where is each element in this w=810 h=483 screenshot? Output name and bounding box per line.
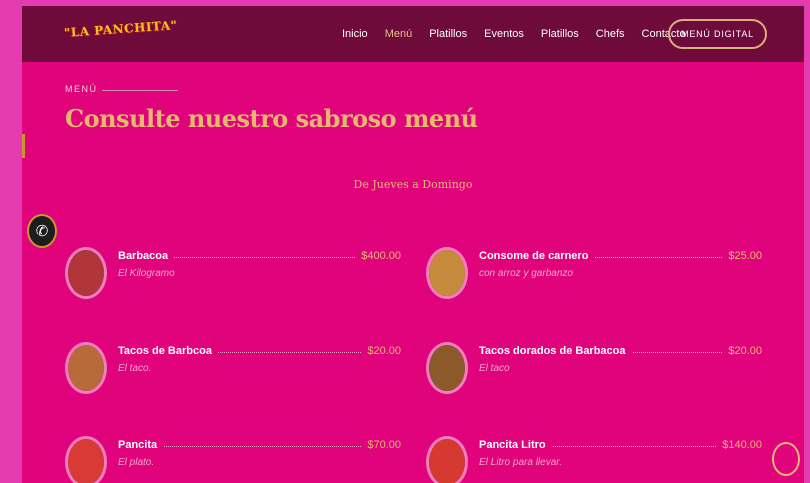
- menu-item-desc: El taco: [479, 363, 510, 374]
- menu-item: Barbacoa $400.00 El Kilogramo: [65, 247, 401, 307]
- section-subtitle: De Jueves a Domingo: [353, 178, 473, 191]
- section-title: Consulte nuestro sabroso menú: [65, 104, 478, 133]
- nav-menu[interactable]: Menú: [385, 28, 413, 40]
- menu-item: Pancita $70.00 El plato.: [65, 436, 401, 483]
- whatsapp-icon[interactable]: ✆: [27, 214, 57, 248]
- nav-platillos-2[interactable]: Platillos: [541, 28, 579, 40]
- menu-item-price: $70.00: [361, 439, 401, 451]
- side-ornament: [22, 134, 25, 158]
- menu-item: Pancita Litro $140.00 El Litro para llev…: [426, 436, 762, 483]
- section-eyebrow: MENÚ: [65, 84, 98, 94]
- menu-item-name: Consome de carnero: [479, 250, 595, 262]
- nav-chefs[interactable]: Chefs: [596, 28, 625, 40]
- main-nav: Inicio Menú Platillos Eventos Platillos …: [342, 6, 703, 62]
- nav-inicio[interactable]: Inicio: [342, 28, 368, 40]
- scroll-to-top-button[interactable]: [772, 442, 800, 476]
- menu-item: Tacos dorados de Barbacoa $20.00 El taco: [426, 342, 762, 402]
- menu-item-name: Pancita: [118, 439, 164, 451]
- menu-item-price: $400.00: [355, 250, 401, 262]
- menu-item-name: Pancita Litro: [479, 439, 552, 451]
- menu-item-photo: [65, 436, 107, 483]
- site-header: "LA PANCHITA" Inicio Menú Platillos Even…: [22, 6, 804, 62]
- site-logo[interactable]: "LA PANCHITA": [64, 18, 178, 40]
- menu-item-name: Barbacoa: [118, 250, 175, 262]
- menu-item: Consome de carnero $25.00 con arroz y ga…: [426, 247, 762, 307]
- menu-item-desc: El Litro para llevar.: [479, 457, 562, 468]
- menu-item-price: $140.00: [716, 439, 762, 451]
- menu-item-photo: [426, 342, 468, 394]
- nav-eventos[interactable]: Eventos: [484, 28, 524, 40]
- menu-item-desc: con arroz y garbanzo: [479, 268, 573, 279]
- browser-frame-right: [804, 0, 810, 483]
- menu-item-photo: [426, 247, 468, 299]
- menu-item-price: $25.00: [722, 250, 762, 262]
- page: "LA PANCHITA" Inicio Menú Platillos Even…: [22, 6, 804, 483]
- menu-item-price: $20.00: [361, 345, 401, 357]
- menu-item-name: Tacos de Barbcoa: [118, 345, 218, 357]
- menu-item-photo: [65, 247, 107, 299]
- menu-item-price: $20.00: [722, 345, 762, 357]
- menu-item-desc: El plato.: [118, 457, 155, 468]
- menu-digital-button[interactable]: MENÚ DIGITAL: [668, 19, 767, 49]
- price-leader: [125, 446, 395, 447]
- menu-item-desc: El Kilogramo: [118, 268, 175, 279]
- menu-item-photo: [65, 342, 107, 394]
- menu-item-photo: [426, 436, 468, 483]
- menu-item-name: Tacos dorados de Barbacoa: [479, 345, 632, 357]
- menu-item-desc: El taco.: [118, 363, 152, 374]
- menu-item: Tacos de Barbcoa $20.00 El taco.: [65, 342, 401, 402]
- eyebrow-divider: [102, 90, 178, 91]
- nav-platillos[interactable]: Platillos: [429, 28, 467, 40]
- browser-frame-left: [0, 0, 22, 483]
